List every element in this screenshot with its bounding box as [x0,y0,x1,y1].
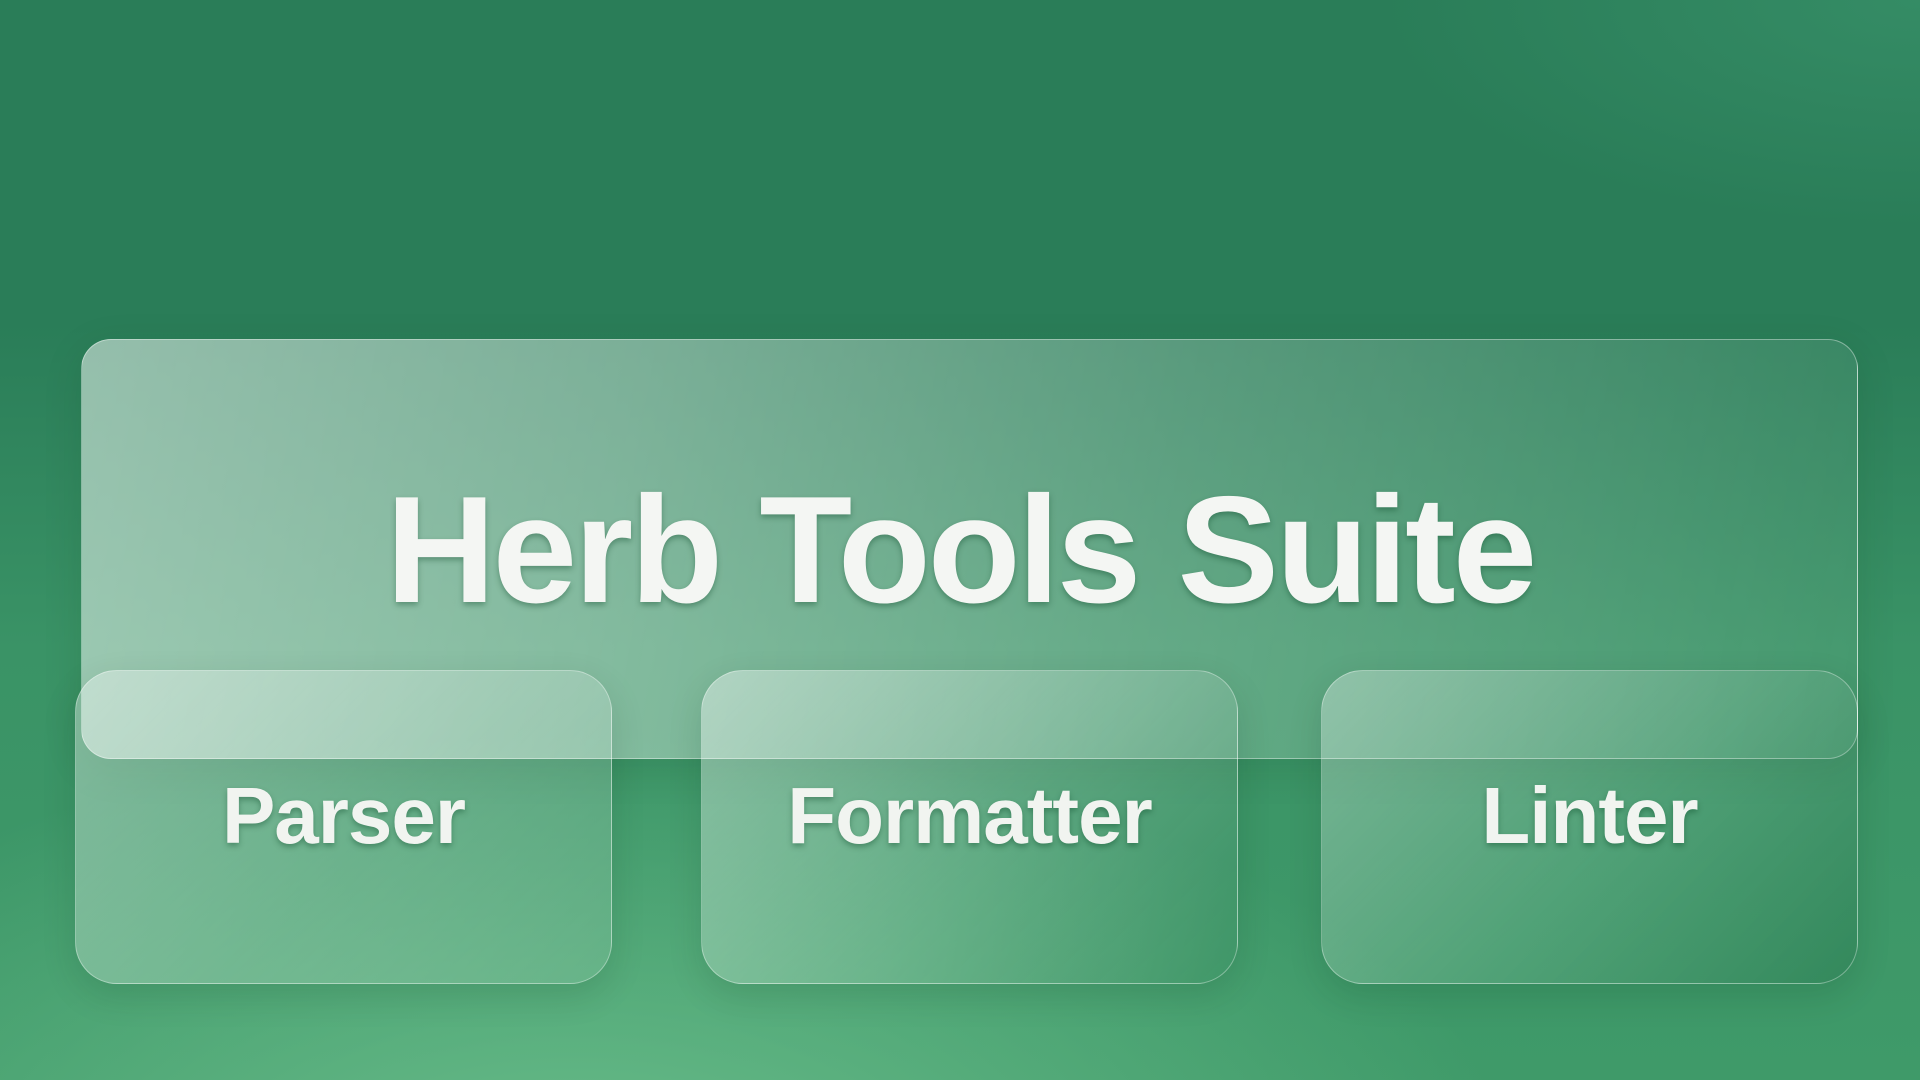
formatter-card[interactable]: Formatter [701,670,1238,984]
page-title: Herb Tools Suite [385,465,1537,635]
parser-card[interactable]: Parser [75,670,612,984]
linter-card[interactable]: Linter [1321,670,1858,984]
formatter-card-label: Formatter [787,771,1152,860]
linter-card-label: Linter [1481,771,1698,860]
parser-card-label: Parser [221,771,466,860]
